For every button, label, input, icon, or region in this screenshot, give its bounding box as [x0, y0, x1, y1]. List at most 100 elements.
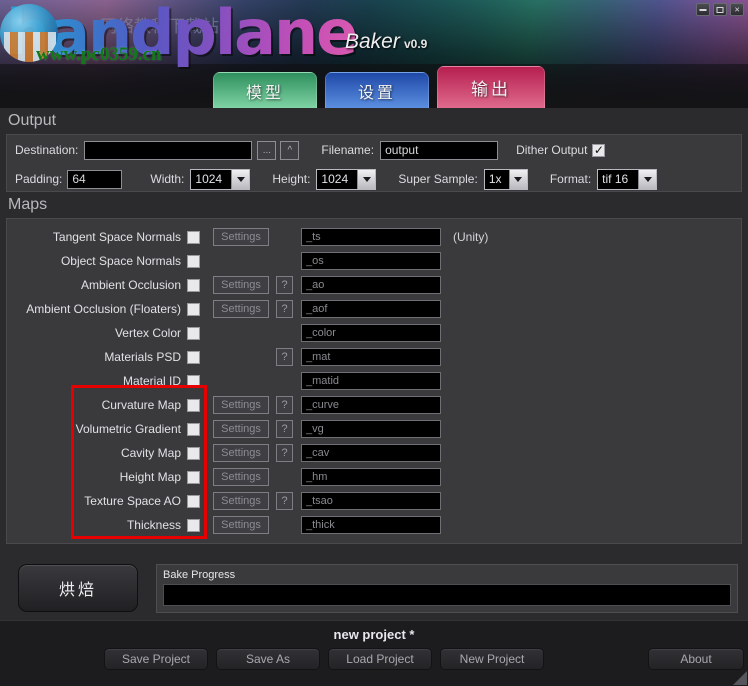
map-help-button[interactable]: ? [276, 396, 293, 414]
map-suffix-input[interactable] [301, 444, 441, 462]
map-suffix-input[interactable] [301, 468, 441, 486]
map-suffix-input[interactable] [301, 276, 441, 294]
map-row: Volumetric Gradient Settings? [7, 417, 741, 441]
map-row: Thickness Settings [7, 513, 741, 537]
width-select[interactable]: 1024 [190, 168, 251, 190]
map-settings-button[interactable]: Settings [213, 516, 269, 534]
map-name-label: Material ID [122, 374, 181, 388]
map-enable-checkbox[interactable] [187, 446, 200, 460]
open-destination-button[interactable]: ^ [280, 140, 300, 160]
format-select[interactable]: tif 16 [597, 168, 658, 190]
map-suffix-input[interactable] [301, 300, 441, 318]
minimize-icon[interactable] [696, 3, 710, 16]
map-settings-button[interactable]: Settings [213, 228, 269, 246]
map-settings-button[interactable]: Settings [213, 276, 269, 294]
map-name-label: Tangent Space Normals [52, 230, 181, 244]
map-enable-checkbox[interactable] [187, 422, 200, 436]
map-help-button[interactable]: ? [276, 444, 293, 462]
map-row: Vertex Color [7, 321, 741, 345]
project-name-label: new project * [333, 627, 415, 642]
dither-output-checkbox[interactable]: ✓ [592, 143, 606, 157]
map-name-label: Ambient Occlusion [80, 278, 181, 292]
tab-settings[interactable]: 设置 [325, 72, 429, 108]
map-row: Materials PSD? [7, 345, 741, 369]
map-suffix-input[interactable] [301, 516, 441, 534]
map-enable-checkbox[interactable] [187, 470, 200, 484]
map-name-label: Materials PSD [104, 350, 181, 364]
map-settings-button[interactable]: Settings [213, 444, 269, 462]
map-row: Ambient Occlusion Settings? [7, 273, 741, 297]
dimensions-row: Padding: Width: 1024 Height: 1024 Super … [7, 165, 741, 193]
map-suffix-input[interactable] [301, 492, 441, 510]
map-help-button[interactable]: ? [276, 420, 293, 438]
map-suffix-input[interactable] [301, 324, 441, 342]
map-enable-checkbox[interactable] [187, 230, 200, 244]
padding-input[interactable] [67, 169, 123, 189]
map-help-button[interactable]: ? [276, 492, 293, 510]
map-enable-checkbox[interactable] [187, 326, 200, 340]
map-settings-button[interactable]: Settings [213, 396, 269, 414]
output-panel: Destination: ... ^ Filename: Dither Outp… [6, 134, 742, 192]
load-project-button[interactable]: Load Project [328, 648, 432, 670]
destination-input[interactable] [84, 140, 253, 160]
map-settings-button[interactable]: Settings [213, 300, 269, 318]
supersample-select[interactable]: 1x [483, 168, 528, 190]
about-button[interactable]: About [648, 648, 744, 670]
map-suffix-input[interactable] [301, 228, 441, 246]
map-checkbox-cell [187, 446, 209, 460]
bake-button[interactable]: 烘焙 [18, 564, 138, 612]
destination-label: Destination: [15, 143, 79, 157]
map-settings-spacer [213, 252, 269, 270]
destination-row: Destination: ... ^ Filename: Dither Outp… [7, 135, 741, 165]
filename-input[interactable] [380, 140, 499, 160]
footer-buttons: Save Project Save As Load Project New Proje… [0, 642, 748, 670]
save-project-button[interactable]: Save Project [104, 648, 208, 670]
map-help-button[interactable]: ? [276, 276, 293, 294]
map-settings-button[interactable]: Settings [213, 468, 269, 486]
map-settings-button[interactable]: Settings [213, 492, 269, 510]
map-suffix-input[interactable] [301, 348, 441, 366]
map-suffix-input[interactable] [301, 252, 441, 270]
close-icon[interactable]: × [730, 3, 744, 16]
map-name-label: Thickness [126, 518, 181, 532]
map-name-label: Object Space Normals [60, 254, 181, 268]
map-enable-checkbox[interactable] [187, 302, 200, 316]
map-suffix-input[interactable] [301, 420, 441, 438]
bake-button-label: 烘焙 [58, 582, 97, 599]
tab-model[interactable]: 模型 [213, 72, 317, 108]
maps-panel: Tangent Space Normals Settings (Unity) Obje… [6, 218, 742, 544]
map-checkbox-cell [187, 518, 209, 532]
resize-grip-icon[interactable] [733, 671, 747, 685]
map-help-button[interactable]: ? [276, 300, 293, 318]
map-settings-spacer [213, 372, 269, 390]
height-select[interactable]: 1024 [316, 168, 377, 190]
save-as-button[interactable]: Save As [216, 648, 320, 670]
map-enable-checkbox[interactable] [187, 398, 200, 412]
map-suffix-input[interactable] [301, 396, 441, 414]
map-checkbox-cell [187, 230, 209, 244]
width-value: 1024 [195, 171, 223, 186]
map-help-button[interactable]: ? [276, 348, 293, 366]
bake-area: 烘焙 Bake Progress [0, 556, 748, 620]
map-checkbox-cell [187, 350, 209, 364]
map-enable-checkbox[interactable] [187, 518, 200, 532]
maximize-icon[interactable] [713, 3, 727, 16]
new-project-button[interactable]: New Project [440, 648, 544, 670]
product-name: Baker [345, 30, 400, 53]
dither-output-label: Dither Output [516, 143, 588, 157]
browse-destination-button[interactable]: ... [257, 140, 277, 160]
map-settings-button[interactable]: Settings [213, 420, 269, 438]
map-row: Height Map Settings [7, 465, 741, 489]
map-enable-checkbox[interactable] [187, 278, 200, 292]
width-label: Width: [150, 172, 185, 186]
tab-output[interactable]: 输出 [437, 66, 545, 108]
map-enable-checkbox[interactable] [187, 374, 200, 388]
map-enable-checkbox[interactable] [187, 254, 200, 268]
map-enable-checkbox[interactable] [187, 494, 200, 508]
version-label: v0.9 [404, 37, 428, 51]
map-enable-checkbox[interactable] [187, 350, 200, 364]
map-checkbox-cell [187, 398, 209, 412]
map-suffix-input[interactable] [301, 372, 441, 390]
map-help-spacer [276, 228, 293, 246]
height-label: Height: [272, 172, 311, 186]
